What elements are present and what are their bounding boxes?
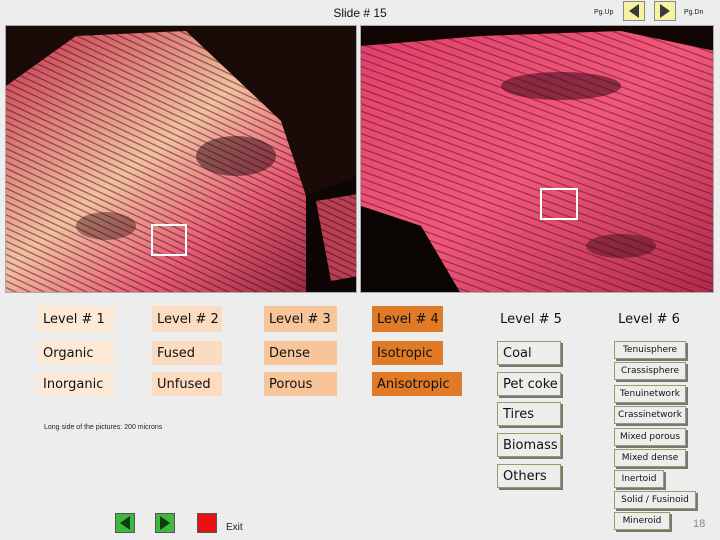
page-up-label: Pg.Up — [594, 9, 614, 16]
slide-title: Slide # 15 — [333, 6, 387, 20]
level3-item-porous[interactable]: Porous — [264, 372, 337, 396]
arrow-right-icon — [160, 516, 170, 530]
level6-item-crassinetwork[interactable]: Crassinetwork — [614, 406, 686, 424]
level1-header: Level # 1 — [38, 306, 114, 332]
micrograph-right — [360, 25, 714, 293]
arrow-left-icon — [629, 4, 639, 18]
arrow-right-icon — [660, 4, 670, 18]
level6-header: Level # 6 — [618, 311, 680, 327]
level6-item-inertoid[interactable]: Inertoid — [614, 470, 664, 488]
exit-label: Exit — [226, 522, 243, 533]
level4-header: Level # 4 — [372, 306, 443, 332]
scale-footnote: Long side of the pictures: 200 microns — [44, 424, 163, 431]
level5-item-pet-coke[interactable]: Pet coke — [497, 372, 561, 396]
level6-item-solid-fusinoid[interactable]: Solid / Fusinoid — [614, 491, 696, 509]
level6-item-mineroid[interactable]: Mineroid — [614, 512, 670, 530]
page-down-button[interactable] — [654, 1, 676, 21]
level3-header: Level # 3 — [264, 306, 337, 332]
page-down-label: Pg.Dn — [684, 9, 704, 16]
level6-item-tenuinetwork[interactable]: Tenuinetwork — [614, 385, 686, 403]
exit-button[interactable] — [197, 513, 217, 533]
previous-slide-button[interactable] — [115, 513, 135, 533]
level6-item-tenuisphere[interactable]: Tenuisphere — [614, 341, 686, 359]
level4-item-anisotropic[interactable]: Anisotropic — [372, 372, 462, 396]
level5-item-coal[interactable]: Coal — [497, 341, 561, 365]
page-number: 18 — [693, 518, 706, 530]
level2-item-unfused[interactable]: Unfused — [152, 372, 222, 396]
level1-item-inorganic[interactable]: Inorganic — [38, 372, 114, 396]
level2-header: Level # 2 — [152, 306, 222, 332]
level5-item-tires[interactable]: Tires — [497, 402, 561, 426]
level3-item-dense[interactable]: Dense — [264, 341, 337, 365]
level5-item-biomass[interactable]: Biomass — [497, 433, 561, 457]
next-slide-button[interactable] — [155, 513, 175, 533]
micrograph-left-image — [6, 26, 356, 292]
micrograph-right-image — [361, 26, 713, 292]
arrow-left-icon — [120, 516, 130, 530]
level5-item-others[interactable]: Others — [497, 464, 561, 488]
micrograph-left — [5, 25, 357, 293]
level5-header: Level # 5 — [500, 311, 562, 327]
level1-item-organic[interactable]: Organic — [38, 341, 114, 365]
level6-item-mixed-dense[interactable]: Mixed dense — [614, 449, 686, 467]
page-up-button[interactable] — [623, 1, 645, 21]
level6-item-mixed-porous[interactable]: Mixed porous — [614, 428, 686, 446]
level4-item-isotropic[interactable]: Isotropic — [372, 341, 443, 365]
level2-item-fused[interactable]: Fused — [152, 341, 222, 365]
level6-item-crassisphere[interactable]: Crassisphere — [614, 362, 686, 380]
